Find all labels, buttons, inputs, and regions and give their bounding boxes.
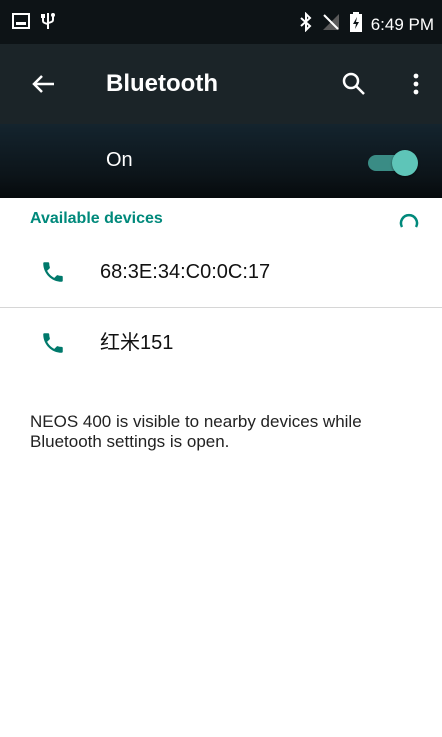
status-bar: 6:49 PM xyxy=(0,0,442,44)
device-name: 68:3E:34:C0:0C:17 xyxy=(100,261,271,283)
app-bar: Bluetooth xyxy=(0,44,442,124)
switch-label: On xyxy=(106,149,133,171)
battery-charging-icon xyxy=(349,11,363,38)
more-vert-icon[interactable] xyxy=(402,70,430,98)
toggle-thumb xyxy=(392,150,418,176)
no-signal-icon xyxy=(321,12,341,37)
page-title: Bluetooth xyxy=(106,70,218,97)
status-left-icons xyxy=(12,11,56,36)
status-right-icons: 6:49 PM xyxy=(299,11,434,38)
phone-icon xyxy=(40,330,66,356)
scanning-progress-icon xyxy=(396,208,422,234)
back-arrow-icon[interactable] xyxy=(30,70,58,98)
usb-icon xyxy=(40,11,56,36)
phone-icon xyxy=(40,259,66,285)
screenshot-icon xyxy=(12,13,30,34)
bluetooth-icon xyxy=(299,11,313,37)
visibility-note: NEOS 400 is visible to nearby devices wh… xyxy=(30,412,362,451)
device-row[interactable]: 68:3E:34:C0:0C:17 xyxy=(0,237,442,307)
device-row[interactable]: 红米151 xyxy=(0,308,442,378)
device-name: 红米151 xyxy=(100,332,174,354)
available-devices-header: Available devices xyxy=(30,210,163,227)
search-icon[interactable] xyxy=(340,70,368,98)
bluetooth-toggle[interactable] xyxy=(366,148,420,176)
status-time: 6:49 PM xyxy=(370,14,434,34)
bluetooth-master-switch-bar[interactable]: On xyxy=(0,124,442,198)
